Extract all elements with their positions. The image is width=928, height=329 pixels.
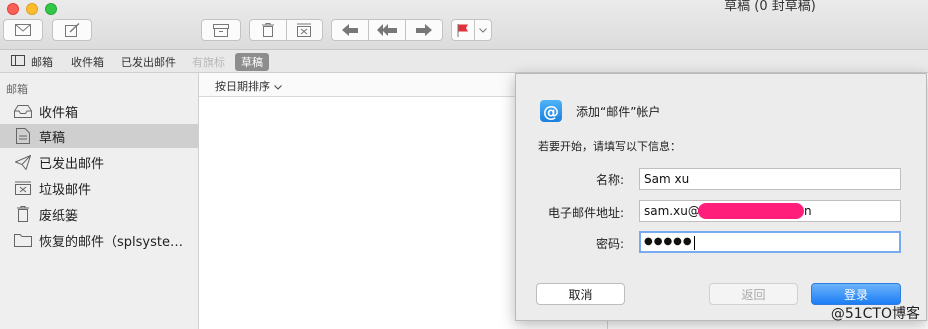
sidebar-item-trash[interactable]: 废纸篓 xyxy=(0,202,198,226)
compose-button[interactable] xyxy=(52,19,92,41)
trash-icon xyxy=(261,23,274,37)
archive-button[interactable] xyxy=(201,19,241,41)
favorites-bar: 邮箱 收件箱 已发出邮件 有旗标 草稿 xyxy=(0,50,928,73)
close-window-button[interactable] xyxy=(7,3,19,15)
sidebar-item-recovered[interactable]: 恢复的邮件（splsyste… xyxy=(0,228,198,252)
get-mail-button[interactable] xyxy=(3,19,43,41)
sidebar-item-junk[interactable]: 垃圾邮件 xyxy=(0,176,198,200)
junk-icon xyxy=(14,180,32,196)
fav-mailboxes[interactable]: 邮箱 xyxy=(31,54,53,70)
cancel-button[interactable]: 取消 xyxy=(536,283,625,305)
sidebar-heading: 邮箱 xyxy=(6,83,28,96)
sidebar-item-label: 草稿 xyxy=(39,130,66,146)
sidebar-item-inbox[interactable]: 收件箱 xyxy=(0,99,198,123)
add-account-dialog: @ 添加“邮件”帐户 若要开始，请填写以下信息： 名称: Sam xu 电子邮件… xyxy=(515,73,927,321)
name-field[interactable]: Sam xu xyxy=(639,168,901,190)
login-button[interactable]: 登录 xyxy=(811,283,901,305)
chevron-down-icon xyxy=(479,27,487,33)
minimize-window-button[interactable] xyxy=(26,3,38,15)
password-mask: ●●●●● xyxy=(644,236,693,247)
archive-icon xyxy=(213,23,229,37)
compose-icon xyxy=(64,23,79,37)
dialog-subtitle: 若要开始，请填写以下信息： xyxy=(538,140,681,153)
reply-icon xyxy=(342,24,358,36)
flag-menu-button[interactable] xyxy=(475,20,491,40)
sort-menu[interactable]: 按日期排序 xyxy=(215,78,282,94)
fav-sent[interactable]: 已发出邮件 xyxy=(121,54,176,70)
sent-icon xyxy=(14,154,32,170)
email-label: 电子邮件地址: xyxy=(547,206,624,220)
mail-at-icon: @ xyxy=(540,100,562,122)
dialog-title: 添加“邮件”帐户 xyxy=(576,105,661,119)
sidebar-item-label: 收件箱 xyxy=(39,105,79,121)
fav-flagged[interactable]: 有旗标 xyxy=(192,54,225,70)
sidebar-toggle-icon[interactable] xyxy=(11,55,25,66)
delete-button[interactable] xyxy=(250,20,287,40)
junk-icon xyxy=(297,23,312,37)
draft-icon xyxy=(14,128,32,144)
redaction-mark xyxy=(698,203,804,219)
zoom-window-button[interactable] xyxy=(45,3,57,15)
chevron-down-icon xyxy=(273,85,282,90)
sort-label: 按日期排序 xyxy=(215,80,270,93)
email-field[interactable]: sam.xu@ n xyxy=(639,200,901,222)
folder-icon xyxy=(14,232,32,248)
back-button[interactable]: 返回 xyxy=(709,283,798,305)
sidebar-item-drafts[interactable]: 草稿 xyxy=(0,124,198,148)
reply-group xyxy=(331,19,443,41)
sidebar-item-sent[interactable]: 已发出邮件 xyxy=(0,150,198,174)
forward-icon xyxy=(416,24,432,36)
watermark: @51CTO博客 xyxy=(830,306,920,322)
password-field[interactable]: ●●●●● xyxy=(639,231,901,253)
trash-icon xyxy=(14,206,32,222)
name-label: 名称: xyxy=(595,173,624,187)
window-title: 草稿 (0 封草稿) xyxy=(724,0,816,14)
forward-button[interactable] xyxy=(406,20,442,40)
delete-junk-group xyxy=(249,19,323,41)
email-prefix: sam.xu@ xyxy=(644,204,700,218)
envelope-icon xyxy=(15,24,31,36)
password-label: 密码: xyxy=(595,237,624,251)
sidebar-item-label: 恢复的邮件（splsyste… xyxy=(39,234,183,250)
sidebar: 邮箱 收件箱 草稿 已发出邮件 垃圾邮件 废纸篓 恢复的邮件（splsyste… xyxy=(0,73,199,329)
window-toolbar: 草稿 (0 封草稿) xyxy=(0,0,928,50)
sidebar-item-label: 已发出邮件 xyxy=(39,156,105,172)
flag-icon xyxy=(457,23,469,37)
text-caret xyxy=(693,235,695,250)
reply-all-button[interactable] xyxy=(369,20,406,40)
email-suffix: n xyxy=(804,204,812,218)
name-value: Sam xu xyxy=(644,172,690,186)
flag-button[interactable] xyxy=(452,20,476,40)
sidebar-item-label: 垃圾邮件 xyxy=(39,182,92,198)
inbox-icon xyxy=(14,103,32,119)
junk-button[interactable] xyxy=(287,20,323,40)
reply-button[interactable] xyxy=(332,20,369,40)
fav-inbox[interactable]: 收件箱 xyxy=(71,54,104,70)
reply-all-icon xyxy=(377,24,397,36)
flag-group xyxy=(451,19,492,41)
fav-drafts[interactable]: 草稿 xyxy=(235,53,269,71)
sidebar-item-label: 废纸篓 xyxy=(39,208,79,224)
